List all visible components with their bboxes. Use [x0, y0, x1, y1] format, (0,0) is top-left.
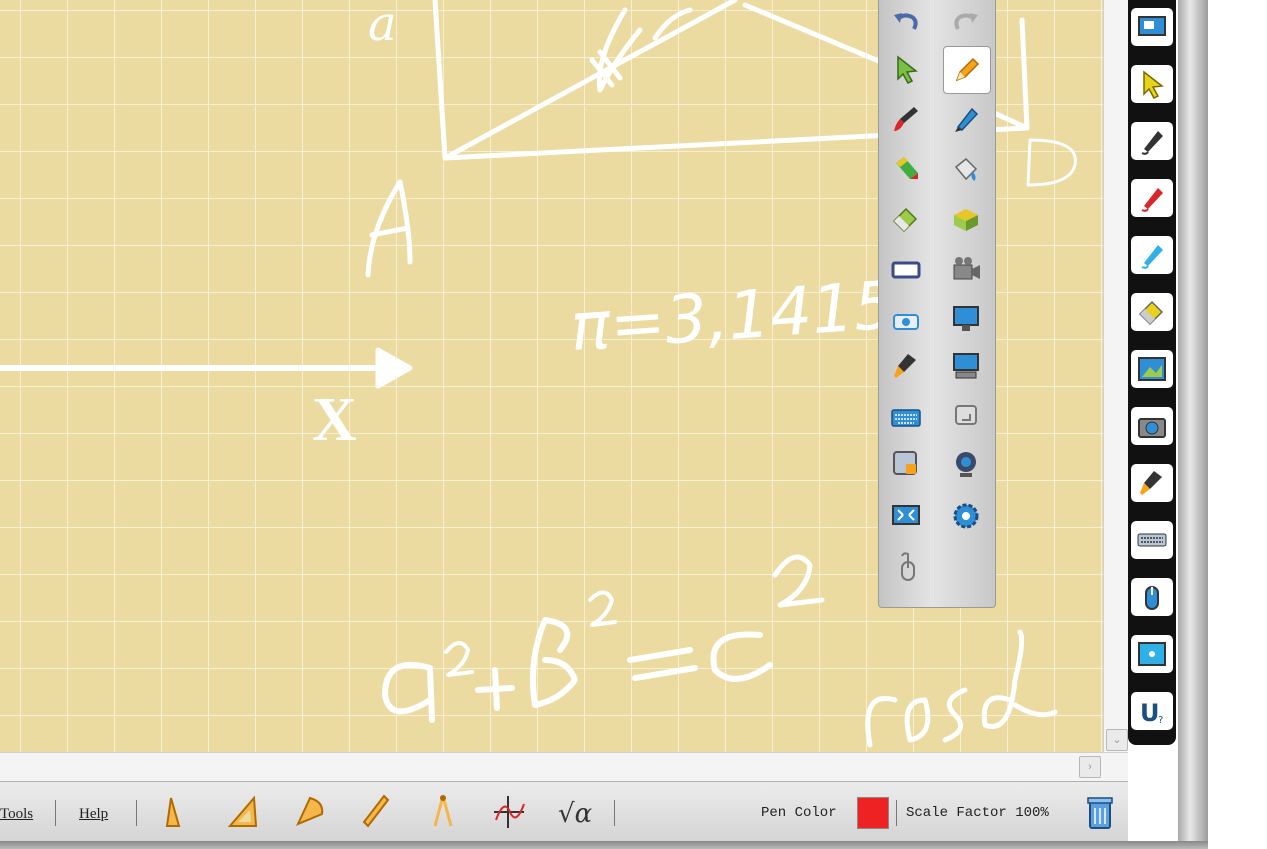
svg-text:?: ?: [1158, 715, 1163, 726]
ink-letter-D-shape: [1026, 138, 1077, 187]
camera-icon: [1131, 407, 1173, 445]
scroll-down-icon[interactable]: ⌄: [1106, 729, 1128, 751]
camera-icon[interactable]: [945, 248, 987, 290]
display-icon: [1131, 635, 1173, 673]
eraser-icon[interactable]: [885, 198, 927, 240]
right-toolbar-button[interactable]: [1128, 460, 1176, 514]
horizontal-scrollbar[interactable]: ›: [0, 752, 1128, 781]
eraser-icon: [1131, 293, 1173, 331]
spotlight-icon: [1131, 464, 1173, 502]
floating-toolbar: [878, 0, 996, 608]
monitor-icon[interactable]: [945, 298, 987, 340]
blue-pen-icon: [1131, 236, 1173, 274]
right-toolbar-button[interactable]: [1128, 61, 1176, 115]
undo-icon[interactable]: [885, 2, 927, 44]
svg-text:√α: √α: [558, 799, 593, 829]
ink-pyth-equals: [627, 647, 698, 681]
right-toolbar-button[interactable]: [1128, 232, 1176, 286]
pencil-icon[interactable]: [943, 46, 991, 94]
webcam-icon[interactable]: [945, 443, 987, 485]
right-toolbar-button[interactable]: [1128, 517, 1176, 571]
bottom-toolbar: Tools Help √α Pen Color Scale Factor 100…: [0, 781, 1130, 842]
select-icon[interactable]: [885, 48, 927, 90]
pen-icon[interactable]: [945, 98, 987, 140]
separator: [55, 800, 56, 826]
set-square-icon[interactable]: [224, 792, 264, 832]
ink-pyth-plus: [475, 667, 515, 711]
redo-icon[interactable]: [945, 2, 987, 44]
brush-icon[interactable]: [885, 98, 927, 140]
menu-tools[interactable]: Tools: [0, 806, 33, 823]
settings-icon[interactable]: [945, 495, 987, 537]
menu-help[interactable]: Help: [79, 806, 108, 823]
ink-text-vertex-a: a: [368, 0, 397, 52]
right-toolbar-button[interactable]: [1128, 289, 1176, 343]
scale-factor-label: Scale Factor 100%: [906, 805, 1049, 821]
lock-icon[interactable]: [885, 443, 927, 485]
ink-pyth-exp-c: [772, 554, 825, 608]
ink-letter-A-shape: [365, 179, 413, 278]
select-icon: [1131, 65, 1173, 103]
vertical-scrollbar[interactable]: ⌄: [1103, 0, 1129, 752]
mouse-icon[interactable]: [885, 545, 927, 587]
right-toolbar-button[interactable]: [1128, 118, 1176, 172]
board-frame-bottom: [0, 841, 1208, 849]
separator: [614, 800, 615, 826]
ink-pyth-c: [710, 631, 773, 682]
screen-icon: [1131, 8, 1173, 46]
ink-pyth-a: [382, 661, 435, 723]
ink-text-pi: π=3,1415: [568, 266, 899, 366]
ruler-icon[interactable]: [356, 792, 396, 832]
screen-icon[interactable]: [945, 345, 987, 387]
protractor-icon[interactable]: [290, 792, 330, 832]
ink-pyth-exp-a: [444, 641, 474, 677]
rectangle-icon[interactable]: [885, 248, 927, 290]
ink-pyth-b: [529, 617, 578, 708]
compass-icon[interactable]: [423, 792, 463, 832]
pen-color-swatch[interactable]: [857, 797, 889, 829]
pen-icon: [1131, 122, 1173, 160]
right-toolbar-button[interactable]: [1128, 346, 1176, 400]
ink-cos-stroke: [865, 629, 1058, 748]
separator: [896, 800, 897, 826]
keyboard-icon: [1131, 521, 1173, 559]
ink-shape-diagonal: [442, 0, 738, 161]
right-toolbar-button[interactable]: [1128, 175, 1176, 229]
highlighter-icon[interactable]: [885, 148, 927, 190]
axis-function-icon[interactable]: [490, 792, 530, 832]
ink-text-axis-x: X: [312, 386, 357, 454]
right-toolbar-button[interactable]: [1128, 403, 1176, 457]
triangle-ruler-icon[interactable]: [155, 792, 195, 832]
spotlight-icon[interactable]: [885, 345, 927, 387]
ink-axis-arrowhead: [375, 347, 413, 389]
mouse-icon: [1131, 578, 1173, 616]
u-logo-icon: U?: [1131, 692, 1173, 730]
trash-icon[interactable]: [1080, 792, 1120, 832]
red-pen-icon: [1131, 179, 1173, 217]
board-frame-edge: [1178, 0, 1208, 849]
fill-icon[interactable]: [945, 148, 987, 190]
pen-color-label: Pen Color: [761, 805, 837, 821]
cube-icon[interactable]: [945, 198, 987, 240]
right-toolbar-button[interactable]: [1128, 4, 1176, 58]
ink-pyth-exp-b: [588, 590, 617, 627]
right-toolbar-button[interactable]: U?: [1128, 688, 1176, 742]
svg-text:U: U: [1140, 699, 1160, 727]
fullscreen-icon[interactable]: [885, 495, 927, 537]
keyboard-icon[interactable]: [885, 395, 927, 437]
right-toolbar-button[interactable]: [1128, 574, 1176, 628]
right-toolbar-button[interactable]: [1128, 631, 1176, 685]
formula-icon[interactable]: √α: [556, 792, 596, 832]
image-icon: [1131, 350, 1173, 388]
scroll-right-icon[interactable]: ›: [1079, 756, 1101, 778]
screenshot-icon[interactable]: [885, 298, 927, 340]
return-icon[interactable]: [945, 395, 987, 437]
separator: [136, 800, 137, 826]
